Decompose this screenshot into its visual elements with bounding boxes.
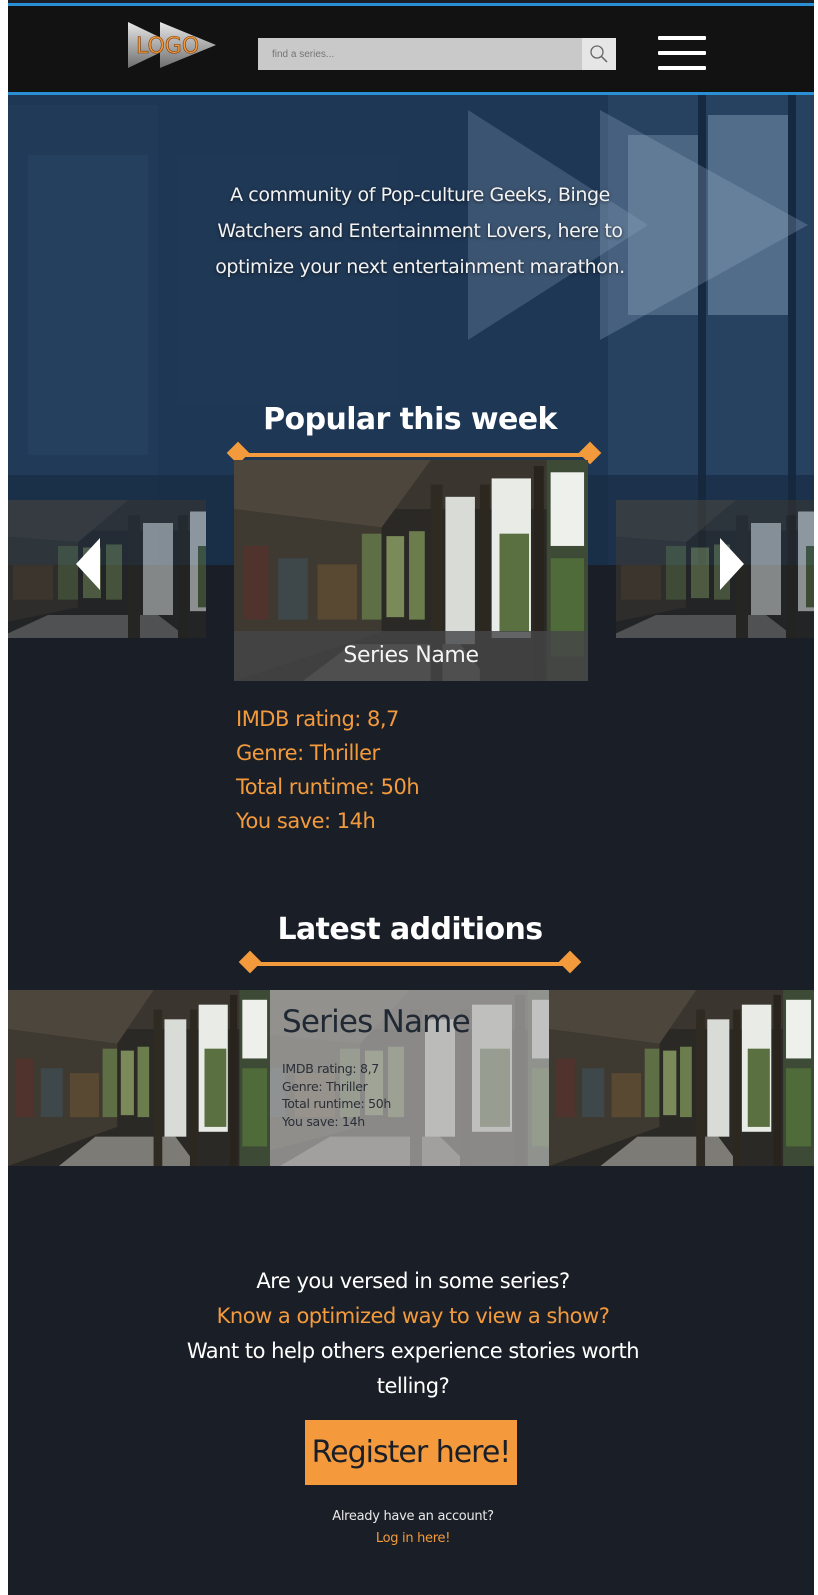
cta-line-highlight: Know a optimized way to view a show? [216, 1304, 610, 1328]
svg-text:LOGO: LOGO [136, 34, 199, 59]
logo-icon: LOGO [128, 22, 216, 68]
cta-line: Are you versed in some series? [256, 1269, 570, 1293]
latest-series-info: Series Name IMDB rating: 8,7 Genre: Thri… [270, 990, 549, 1166]
latest-series-details: IMDB rating: 8,7 Genre: Thriller Total r… [282, 1060, 391, 1130]
page: A community of Pop-culture Geeks, Binge … [8, 0, 814, 1595]
series-name: Series Name [282, 1004, 471, 1040]
total-runtime: Total runtime: 50h [236, 775, 420, 799]
header-bar: LOGO [8, 3, 814, 95]
latest-carousel: Series Name IMDB rating: 8,7 Genre: Thri… [8, 990, 814, 1166]
latest-divider [252, 962, 568, 966]
chevron-left-icon[interactable] [76, 538, 102, 590]
hamburger-menu-icon[interactable] [658, 36, 706, 72]
imdb-rating: IMDB rating: 8,7 [236, 707, 399, 731]
time-saved: You save: 14h [282, 1113, 365, 1129]
carousel-prev-card[interactable] [8, 500, 206, 638]
account-text: Already have an account? [332, 1509, 494, 1524]
popular-divider [240, 453, 588, 457]
search-bar [258, 38, 616, 70]
register-button[interactable]: Register here! [305, 1420, 517, 1485]
search-input[interactable] [258, 38, 582, 70]
total-runtime: Total runtime: 50h [282, 1096, 392, 1111]
popular-section-title: Popular this week [263, 402, 557, 437]
chevron-right-icon[interactable] [718, 538, 744, 590]
hero-tagline: A community of Pop-culture Geeks, Binge … [215, 184, 625, 278]
latest-section-title: Latest additions [277, 912, 543, 947]
genre: Genre: Thriller [282, 1078, 368, 1094]
time-saved: You save: 14h [236, 809, 376, 833]
latest-series-card[interactable] [549, 990, 814, 1166]
popular-series-details: IMDB rating: 8,7 Genre: Thriller Total r… [236, 702, 420, 838]
login-prompt: Already have an account? Log in here! [258, 1506, 568, 1550]
search-icon [590, 45, 608, 63]
logo[interactable]: LOGO [126, 20, 218, 70]
carousel-next-card[interactable] [616, 500, 814, 638]
search-button[interactable] [582, 38, 616, 70]
popular-series-card[interactable]: Series Name [234, 460, 588, 681]
latest-series-card[interactable] [8, 990, 270, 1166]
imdb-rating: IMDB rating: 8,7 [282, 1061, 379, 1076]
genre: Genre: Thriller [236, 741, 380, 765]
cta-line: Want to help others experience stories w… [186, 1339, 640, 1398]
login-link[interactable]: Log in here! [376, 1531, 451, 1546]
call-to-action: Are you versed in some series? Know a op… [158, 1264, 668, 1404]
series-name: Series Name [234, 631, 588, 681]
